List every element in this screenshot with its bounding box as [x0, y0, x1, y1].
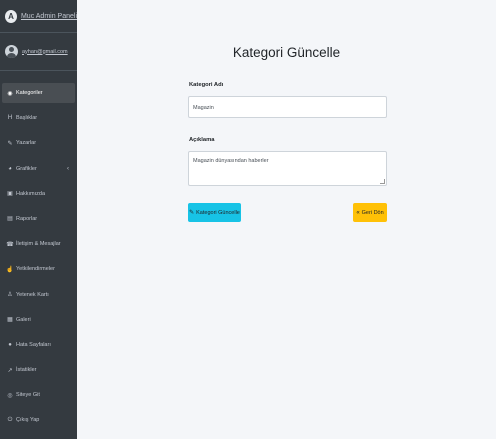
page-title: Kategori Güncelle	[232, 45, 341, 60]
back-button[interactable]: « Geri Dön	[353, 203, 387, 222]
phone-icon: ☎	[6, 241, 14, 248]
logout-icon: ⏻	[7, 416, 13, 423]
tags-icon: ◉	[7, 90, 13, 97]
sidebar-nav: ◉ Kategoriler H Başlıklar ✎ Yazarlar ◕ Grafikle…	[0, 83, 77, 430]
user-card-icon: ♙	[7, 292, 13, 298]
user-email-link[interactable]: ayhan@gmail.com	[22, 49, 68, 55]
sidebar-item-label: Siteye Git	[16, 392, 40, 399]
user-panel: ayhan@gmail.com	[0, 33, 77, 71]
sidebar-item-label: Galeri	[16, 316, 31, 323]
description-textarea[interactable]: Magazin dünyasından haberler	[188, 151, 387, 186]
sidebar-item-label: Kategoriler	[16, 90, 43, 96]
sidebar-item-label: Hata Sayfaları	[16, 341, 51, 348]
sidebar-item-10[interactable]: ● Hata Sayfaları	[2, 335, 75, 355]
thumbs-up-icon: ☝	[6, 266, 14, 273]
main-content: Kategori Güncelle Kategori Adı Magazin A…	[77, 0, 496, 439]
sidebar-item-7[interactable]: ☝ Yetkilendirmeler	[2, 259, 75, 279]
sidebar-item-label: Hakkımızda	[16, 190, 46, 197]
report-icon: ▤	[7, 216, 13, 223]
category-name-label: Kategori Adı	[189, 82, 224, 88]
sidebar-item-label: Başlıklar	[16, 115, 38, 122]
info-box-icon: ▣	[7, 191, 13, 198]
back-label: Geri Dön	[361, 209, 384, 216]
sidebar-item-8[interactable]: ♙ Yetenek Kartı	[2, 285, 75, 305]
sidebar-item-3[interactable]: ◕ Grafikler ‹	[2, 159, 75, 179]
chart-pie-icon: ◕	[8, 165, 12, 172]
error-icon: ●	[8, 341, 12, 348]
sidebar-item-label: Yazarlar	[16, 140, 37, 147]
category-name-input[interactable]: Magazin	[188, 96, 387, 118]
sidebar-item-5[interactable]: ▤ Raporlar	[2, 209, 75, 229]
heading-icon: H	[7, 115, 13, 122]
sidebar-item-label: Çıkış Yap	[16, 417, 40, 424]
update-category-button[interactable]: ✎ Kategori Güncelle	[188, 203, 241, 222]
sidebar-item-9[interactable]: ▦ Galeri	[2, 310, 75, 330]
sidebar-item-label: Yetkilendirmeler	[16, 266, 55, 273]
sidebar-item-label: Yetenek Kartı	[16, 291, 49, 298]
brand-title[interactable]: Muc Admin Paneli	[21, 13, 77, 20]
sidebar-item-0[interactable]: ◉ Kategoriler	[2, 83, 75, 103]
sidebar-item-2[interactable]: ✎ Yazarlar	[2, 133, 75, 153]
backward-icon: «	[356, 209, 360, 216]
description-label: Açıklama	[189, 137, 215, 143]
brand-logo-icon: A	[5, 9, 17, 23]
resize-handle-icon[interactable]	[380, 179, 385, 184]
sidebar: A Muc Admin Paneli ayhan@gmail.com ◉ Kate…	[0, 0, 77, 439]
sidebar-item-11[interactable]: ↗ İstatikler	[2, 360, 75, 380]
description-text: Magazin dünyasından haberler	[193, 158, 269, 164]
sidebar-item-label: İletişim & Mesajlar	[16, 241, 61, 248]
sidebar-item-label: İstatikler	[16, 367, 37, 374]
sidebar-item-13[interactable]: ⏻ Çıkış Yap	[2, 410, 75, 430]
sidebar-item-4[interactable]: ▣ Hakkımızda	[2, 184, 75, 204]
sidebar-item-label: Grafikler	[16, 165, 37, 172]
globe-icon: ◎	[7, 392, 13, 399]
brand-link[interactable]: A Muc Admin Paneli	[0, 0, 77, 33]
stats-icon: ↗	[7, 367, 13, 374]
sidebar-item-1[interactable]: H Başlıklar	[2, 108, 75, 128]
edit-icon: ✎	[189, 210, 195, 216]
chevron-left-icon: ‹	[67, 165, 69, 172]
update-category-label: Kategori Güncelle	[196, 209, 240, 216]
sidebar-item-6[interactable]: ☎ İletişim & Mesajlar	[2, 234, 75, 254]
pen-icon: ✎	[7, 140, 13, 147]
sidebar-item-12[interactable]: ◎ Siteye Git	[2, 385, 75, 405]
gallery-icon: ▦	[7, 317, 13, 324]
avatar	[5, 45, 18, 58]
sidebar-item-label: Raporlar	[16, 215, 38, 222]
